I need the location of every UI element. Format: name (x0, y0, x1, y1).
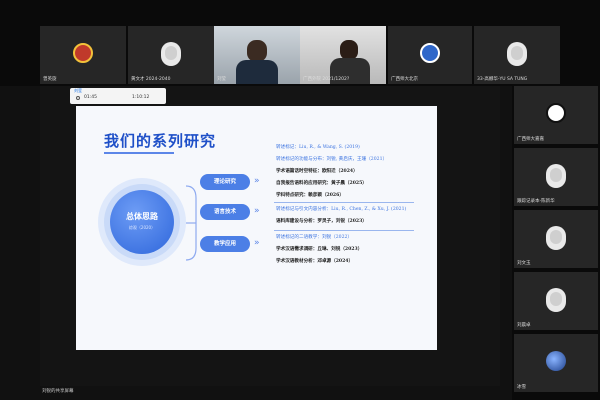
participant-tile[interactable]: 广西师大嘉嘉 (514, 86, 598, 144)
chevron-right-icon: » (254, 206, 260, 216)
connector-bracket (185, 185, 197, 261)
participant-name: 刘莹 (217, 77, 226, 82)
chevron-right-icon: » (254, 238, 260, 248)
participant-tile[interactable]: 刘晨卓 (514, 272, 598, 330)
participant-name: 刘晨卓 (517, 323, 531, 328)
ref-divider (274, 202, 414, 203)
person-body-icon (236, 60, 278, 84)
play-icon[interactable] (76, 96, 80, 100)
participant-column: 广西师大嘉嘉 跟踪记录本-陈新华 刘文玉 刘晨卓 冰雪 (512, 86, 600, 400)
participant-name: 广西师大北京 (391, 77, 418, 82)
center-main-label: 总体思路 (126, 212, 158, 221)
participant-tile[interactable]: 曾英旋 (40, 26, 126, 84)
timebar-title: 刘莹 (74, 88, 82, 93)
ref-line: 学术汉语教材分析：邓卓源（2024） (276, 259, 354, 264)
ref-divider (274, 230, 414, 231)
participant-tile[interactable]: 33-高娜华-YU SA TUNG (474, 26, 560, 84)
pill-theory: 理论研究 (200, 174, 250, 190)
user-avatar-icon (546, 226, 566, 250)
ref-line: 转述标记：Liu, R., & Wang, S. (2019) (276, 145, 360, 150)
participant-tile[interactable]: 刘文玉 (514, 210, 598, 268)
participant-name: 黄文才 2024-2040 (131, 77, 171, 82)
participant-video[interactable]: 广西外院 2021/1202? (300, 26, 386, 84)
ref-line: 语料库建设与分析：罗灵子，刘锐（2023） (276, 219, 367, 224)
share-owner-label: 刘锐的共享屏幕 (42, 389, 74, 394)
participant-name: 广西师大嘉嘉 (517, 137, 544, 142)
person-head-icon (340, 40, 358, 60)
elapsed-time: 01:45 (84, 95, 97, 100)
ref-line: 学术语篇话时空特征：欧阳迁（2024） (276, 169, 358, 174)
center-sub-label: 综观（2020） (128, 225, 156, 230)
center-circle: 总体思路 综观（2020） (110, 190, 174, 254)
pill-teaching: 教学应用 (200, 236, 250, 252)
video-feed (214, 26, 300, 84)
participant-strip: 曾英旋 黄文才 2024-2040 刘莹 广西外院 2021/1202? 广西师… (0, 0, 600, 86)
participant-tile[interactable]: 黄文才 2024-2040 (128, 26, 214, 84)
ref-line: 自我报告语料的应用研究：黄子晨（2025） (276, 181, 367, 186)
ref-line: 转述标记的功能与分布：刘锐, 黄启庆，王珊（2021） (276, 157, 388, 162)
participant-name: 33-高娜华-YU SA TUNG (477, 77, 528, 82)
participant-name: 冰雪 (517, 385, 526, 390)
school-logo-icon (73, 43, 93, 63)
participant-name: 广西外院 2021/1202? (303, 77, 350, 82)
globe-icon (546, 351, 566, 371)
presentation-slide: 我们的系列研究 总体思路 综观（2020） 理论研究 语言技术 教学应用 » »… (76, 106, 437, 350)
pill-language-tech: 语言技术 (200, 204, 250, 220)
user-avatar-icon (546, 288, 566, 312)
user-avatar-icon (507, 42, 527, 66)
ref-line: 学术汉语需求调研：丘琳、刘锐（2023） (276, 247, 363, 252)
recording-timebar[interactable]: 刘莹 01:45 1:10:12 (70, 88, 166, 104)
ref-line: 转述标记与引文内容分析：Liu, R., Chen, Z., & Xu, J. … (276, 207, 407, 212)
total-time: 1:10:12 (132, 95, 150, 100)
participant-tile[interactable]: 跟踪记录本-陈新华 (514, 148, 598, 206)
person-head-icon (247, 40, 267, 62)
user-avatar-icon (161, 42, 181, 66)
participant-name: 刘文玉 (517, 261, 531, 266)
slide-title: 我们的系列研究 (104, 132, 217, 150)
user-avatar-icon (546, 164, 566, 188)
title-underline (104, 152, 174, 154)
participant-tile[interactable]: 广西师大北京 (388, 26, 472, 84)
ref-line: 转述标记的二语教学：刘锐（2022） (276, 235, 353, 240)
participant-name: 跟踪记录本-陈新华 (517, 199, 555, 204)
participant-tile[interactable]: 冰雪 (514, 334, 598, 392)
ref-line: 学科特点研究：赖彦颖（2026） (276, 193, 344, 198)
school-logo-icon (546, 103, 566, 123)
participant-video[interactable]: 刘莹 (214, 26, 300, 84)
chevron-right-icon: » (254, 176, 260, 186)
school-logo-icon (420, 43, 440, 63)
participant-name: 曾英旋 (43, 77, 57, 82)
